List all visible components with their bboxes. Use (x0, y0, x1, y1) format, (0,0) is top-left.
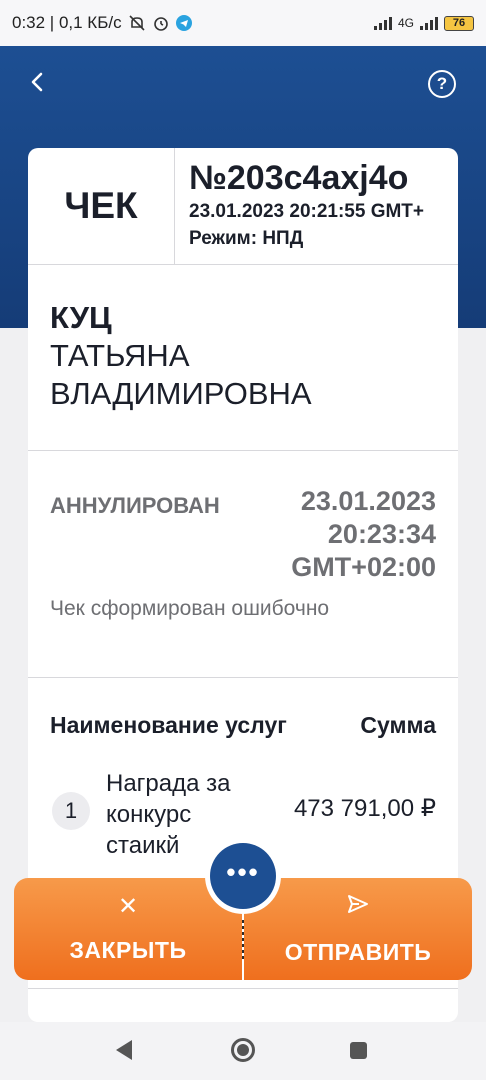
item-index: 1 (52, 792, 90, 830)
telegram-icon (175, 15, 192, 31)
network-type: 4G (397, 16, 414, 30)
status-timezone: GMT+02:00 (291, 552, 436, 582)
item-sum: 473 791,00 ₽ (293, 795, 436, 822)
receipt-kind: ЧЕК (28, 148, 175, 264)
receipt-datetime: 23.01.2023 20:21:55 GMT+ (189, 201, 425, 222)
close-button[interactable]: ✕ ЗАКРЫТЬ (14, 878, 242, 980)
person-patronymic: ВЛАДИМИРОВНА (50, 376, 312, 411)
services-header-sum: Сумма (360, 712, 436, 738)
receipt-number: №203c4axj4o (189, 159, 409, 197)
nav-back-icon[interactable] (116, 1040, 132, 1060)
status-date: 23.01.2023 (300, 486, 436, 516)
signal-icon-2 (420, 16, 438, 30)
more-icon: ••• (210, 843, 276, 909)
receipt-meta: №203c4axj4o 23.01.2023 20:21:55 GMT+ Реж… (175, 148, 424, 264)
nav-recent-icon[interactable] (350, 1042, 367, 1059)
status-reason: Чек сформирован ошибочно (50, 597, 330, 620)
close-icon: ✕ (117, 892, 139, 920)
status-time: 20:23:34 (327, 519, 436, 549)
send-button-label: ОТПРАВИТЬ (284, 939, 432, 965)
send-button[interactable]: ОТПРАВИТЬ (244, 878, 472, 980)
battery-icon: 76 (444, 15, 474, 31)
send-icon (346, 892, 370, 921)
signal-icon (373, 16, 392, 30)
services-header-name: Наименование услуг (50, 712, 287, 738)
person-last-name: КУЦ (50, 300, 112, 335)
person-section: КУЦ ТАТЬЯНА ВЛАДИМИРОВНА (28, 265, 458, 451)
status-label: АННУЛИРОВАН (50, 493, 220, 518)
question-circle-icon[interactable]: ? (428, 70, 456, 98)
alarm-icon (153, 17, 168, 31)
receipt-mode: Режим: НПД (189, 228, 304, 249)
status-section: АННУЛИРОВАН 23.01.2023 20:23:34 GMT+02:0… (28, 451, 458, 678)
status-text: 0:32 | 0,1 КБ/с (12, 13, 122, 32)
card-divider (28, 988, 458, 989)
mute-icon (129, 15, 145, 31)
status-datetime: 23.01.2023 20:23:34 GMT+02:00 (291, 485, 436, 584)
receipt-header: ЧЕК №203c4axj4o 23.01.2023 20:21:55 GMT+… (28, 148, 458, 265)
nav-home-icon[interactable] (231, 1038, 255, 1062)
status-right: 4G 76 (373, 15, 474, 31)
status-bar: 0:32 | 0,1 КБ/с 4G 76 (0, 0, 486, 46)
chevron-left-icon[interactable] (26, 70, 50, 94)
more-button[interactable]: ••• (205, 838, 281, 914)
close-button-label: ЗАКРЫТЬ (69, 936, 187, 963)
person-first-name: ТАТЬЯНА (50, 338, 190, 373)
status-left: 0:32 | 0,1 КБ/с (12, 13, 192, 33)
system-nav-bar (0, 1022, 486, 1080)
